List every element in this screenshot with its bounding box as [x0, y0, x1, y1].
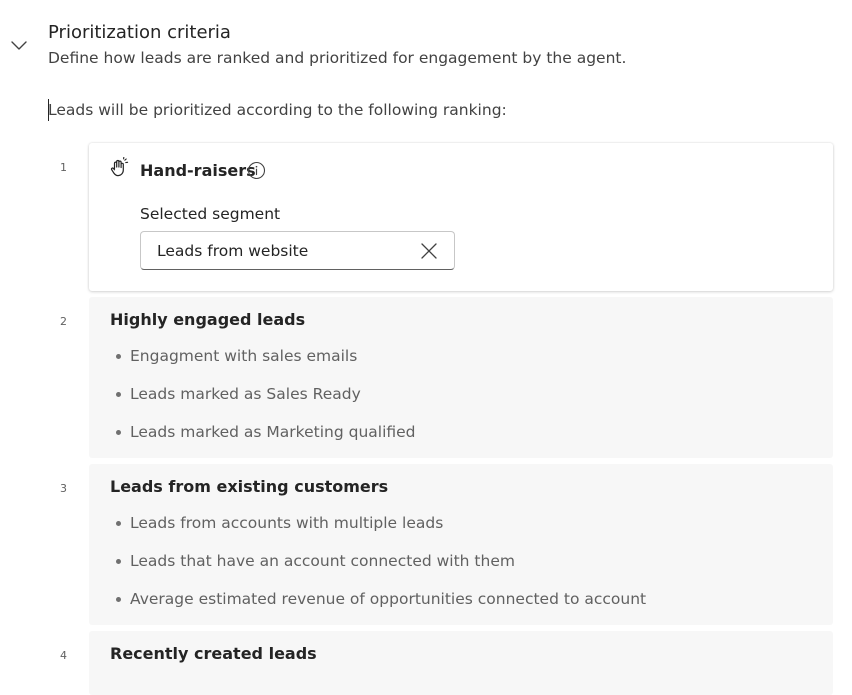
list-item: Engagment with sales emails — [114, 346, 416, 384]
info-icon[interactable] — [247, 161, 266, 180]
criteria-title: Recently created leads — [110, 644, 317, 663]
list-item: Leads that have an account connected wit… — [114, 551, 646, 589]
rank-number: 3 — [60, 482, 67, 495]
rank-number: 2 — [60, 315, 67, 328]
criteria-title: Hand-raisers — [140, 161, 256, 180]
list-item: Average estimated revenue of opportuniti… — [114, 589, 646, 627]
list-item: Leads marked as Sales Ready — [114, 384, 416, 422]
criteria-bullet-list: Leads from accounts with multiple leads … — [114, 513, 646, 627]
section-description: Define how leads are ranked and prioriti… — [48, 49, 627, 67]
criteria-card-recently-created[interactable]: Recently created leads — [89, 631, 833, 695]
criteria-card-highly-engaged[interactable]: Highly engaged leads Engagment with sale… — [89, 297, 833, 458]
ranking-intro: Leads will be prioritized according to t… — [48, 101, 507, 119]
chevron-down-icon — [11, 41, 27, 50]
collapse-toggle[interactable] — [9, 37, 29, 53]
criteria-title: Leads from existing customers — [110, 477, 389, 496]
criteria-card-existing-customers[interactable]: Leads from existing customers Leads from… — [89, 464, 833, 625]
list-item: Leads from accounts with multiple leads — [114, 513, 646, 551]
segment-value: Leads from website — [157, 242, 309, 260]
text-caret — [48, 99, 49, 121]
rank-number: 1 — [60, 161, 67, 174]
hand-raise-icon — [110, 157, 129, 177]
close-icon[interactable] — [420, 242, 438, 260]
list-item: Leads marked as Marketing qualified — [114, 422, 416, 460]
criteria-bullet-list: Engagment with sales emails Leads marked… — [114, 346, 416, 460]
criteria-card-hand-raisers[interactable]: Hand-raisers Selected segment Leads from… — [89, 143, 833, 291]
rank-number: 4 — [60, 649, 67, 662]
criteria-title: Highly engaged leads — [110, 310, 306, 329]
section-title: Prioritization criteria — [48, 22, 231, 43]
segment-input[interactable]: Leads from website — [140, 231, 455, 270]
segment-label: Selected segment — [140, 205, 281, 223]
